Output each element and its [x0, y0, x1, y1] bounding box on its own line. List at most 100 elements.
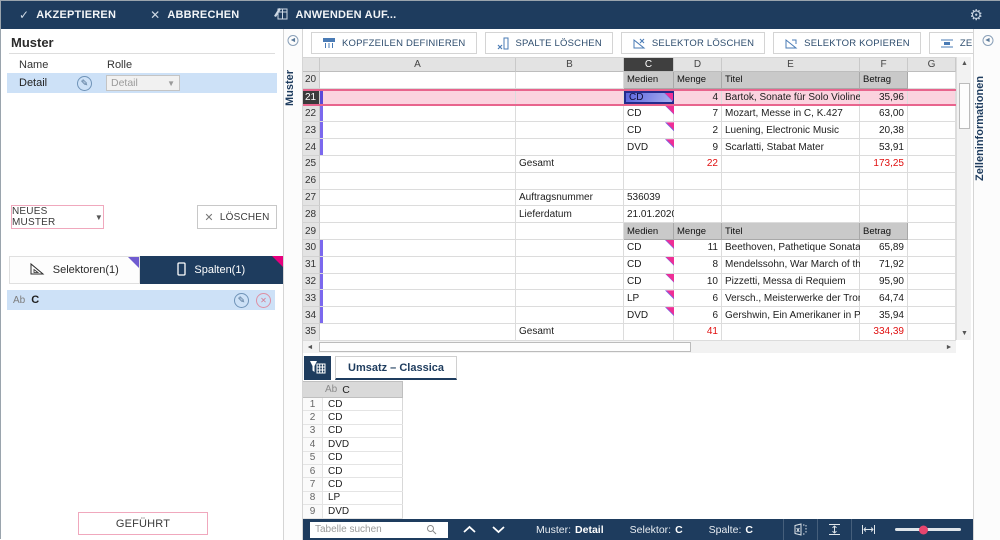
grid-cell[interactable]: [722, 206, 860, 223]
grid-cell[interactable]: 334,39: [860, 324, 908, 340]
find-previous-button[interactable]: [462, 525, 477, 534]
grid-cell[interactable]: [908, 156, 956, 173]
row-number[interactable]: 23: [303, 122, 320, 139]
grid-cell[interactable]: Titel: [722, 223, 860, 240]
scroll-left-icon[interactable]: ◄: [303, 341, 317, 354]
grid-cell[interactable]: [722, 156, 860, 173]
grid-cell[interactable]: [908, 257, 956, 274]
preview-row[interactable]: 3CD: [303, 425, 403, 438]
row-number[interactable]: 29: [303, 223, 320, 240]
preview-row[interactable]: 9DVD: [303, 505, 403, 518]
exclude-row-button[interactable]: ZEILE AUSSCHLIEßEN: [929, 32, 973, 54]
tab-selectors[interactable]: Selektoren(1): [9, 256, 140, 284]
grid-cell[interactable]: [516, 72, 624, 89]
preview-cell[interactable]: DVD: [323, 505, 403, 517]
row-number[interactable]: 33: [303, 290, 320, 307]
preview-cell[interactable]: CD: [323, 478, 403, 490]
cell-info-strip-label[interactable]: Zelleninformationen: [974, 53, 1000, 203]
grid-cell[interactable]: [516, 106, 624, 123]
row-number[interactable]: 25: [303, 156, 320, 173]
grid-cell[interactable]: [908, 274, 956, 291]
column-letter-g[interactable]: G: [908, 58, 956, 72]
grid-cell[interactable]: Betrag: [860, 223, 908, 240]
tab-umsatz-classica[interactable]: Umsatz – Classica: [335, 356, 457, 380]
fit-height-button[interactable]: [817, 519, 851, 540]
grid-cell[interactable]: [320, 223, 516, 240]
grid-cell[interactable]: [320, 156, 516, 173]
grid-cell[interactable]: Gesamt: [516, 324, 624, 340]
grid-cell[interactable]: [908, 190, 956, 207]
grid-cell[interactable]: CD: [624, 91, 674, 104]
grid-cell[interactable]: [516, 173, 624, 190]
grid-cell[interactable]: Titel: [722, 72, 860, 89]
grid-cell[interactable]: 173,25: [860, 156, 908, 173]
gear-icon[interactable]: ⚙: [970, 6, 983, 24]
tab-columns[interactable]: Spalten(1): [140, 256, 283, 284]
grid-cell[interactable]: [908, 91, 956, 104]
preview-row[interactable]: 1CD: [303, 398, 403, 411]
grid-cell[interactable]: [516, 257, 624, 274]
grid-cell[interactable]: [516, 240, 624, 257]
preview-cell[interactable]: CD: [323, 425, 403, 437]
grid-cell[interactable]: Menge: [674, 223, 722, 240]
grid-cell[interactable]: [516, 274, 624, 291]
grid-cell[interactable]: DVD: [624, 139, 674, 156]
preview-row[interactable]: 2CD: [303, 411, 403, 424]
pattern-strip-label[interactable]: Muster: [284, 53, 302, 123]
grid-cell[interactable]: DVD: [624, 307, 674, 324]
grid-cell[interactable]: Auftragsnummer: [516, 190, 624, 207]
grid-cell[interactable]: [908, 106, 956, 123]
grid-cell[interactable]: 20,38: [860, 122, 908, 139]
grid-cell[interactable]: 22: [674, 156, 722, 173]
new-pattern-button[interactable]: NEUES MUSTER ▼: [11, 205, 104, 229]
delete-pattern-button[interactable]: ✕ LÖSCHEN: [197, 205, 277, 229]
grid-cell[interactable]: [320, 257, 516, 274]
grid-cell[interactable]: [908, 223, 956, 240]
grid-cell[interactable]: [908, 139, 956, 156]
fit-width-button[interactable]: [851, 519, 885, 540]
grid-cell[interactable]: [320, 106, 516, 123]
grid-cell[interactable]: 2: [674, 122, 722, 139]
grid-cell[interactable]: Versch., Meisterwerke der Trompete: [722, 290, 860, 307]
grid-cell[interactable]: [320, 240, 516, 257]
grid-cell[interactable]: Betrag: [860, 72, 908, 89]
grid-cell[interactable]: [908, 290, 956, 307]
pin-panel-icon[interactable]: ◄: [288, 35, 299, 46]
grid-cell[interactable]: [320, 290, 516, 307]
grid-cell[interactable]: [624, 173, 674, 190]
grid-cell[interactable]: 6: [674, 290, 722, 307]
zoom-slider[interactable]: [895, 528, 961, 531]
grid-cell[interactable]: Medien: [624, 72, 674, 89]
grid-cell[interactable]: Medien: [624, 223, 674, 240]
preview-cell[interactable]: CD: [323, 452, 403, 464]
grid-cell[interactable]: 71,92: [860, 257, 908, 274]
grid-cell[interactable]: [674, 190, 722, 207]
grid-cell[interactable]: Gershwin, Ein Amerikaner in Paris: [722, 307, 860, 324]
grid-cell[interactable]: [320, 324, 516, 340]
preview-cell[interactable]: CD: [323, 465, 403, 477]
grid-cell[interactable]: Scarlatti, Stabat Mater: [722, 139, 860, 156]
grid-cell[interactable]: 7: [674, 106, 722, 123]
row-number[interactable]: 28: [303, 206, 320, 223]
column-list-item-c[interactable]: Ab C ✎ ✕: [7, 290, 275, 310]
grid-cell[interactable]: 21.01.2020: [624, 206, 674, 223]
grid-cell[interactable]: 95,90: [860, 274, 908, 291]
grid-cell[interactable]: Luening, Electronic Music: [722, 122, 860, 139]
grid-cell[interactable]: [320, 173, 516, 190]
grid-cell[interactable]: CD: [624, 106, 674, 123]
grid-cell[interactable]: Beethoven, Pathetique Sonata, Arau: [722, 240, 860, 257]
grid-cell[interactable]: 4: [674, 91, 722, 104]
column-letter-a[interactable]: A: [320, 58, 516, 72]
grid-cell[interactable]: [320, 139, 516, 156]
grid-cell[interactable]: 35,94: [860, 307, 908, 324]
delete-selector-button[interactable]: SELEKTOR LÖSCHEN: [621, 32, 765, 54]
row-number[interactable]: 32: [303, 274, 320, 291]
grid-cell[interactable]: Mendelssohn, War March of the Priests: [722, 257, 860, 274]
accept-button[interactable]: ✓ AKZEPTIEREN: [19, 8, 116, 22]
grid-cell[interactable]: [624, 324, 674, 340]
horizontal-scrollbar[interactable]: ◄ ►: [303, 340, 956, 353]
grid-cell[interactable]: [516, 139, 624, 156]
grid-cell[interactable]: 53,91: [860, 139, 908, 156]
vertical-scrollbar[interactable]: ▲ ▼: [956, 57, 971, 340]
grid-cell[interactable]: Bartok, Sonate für Solo Violine: [722, 91, 860, 104]
